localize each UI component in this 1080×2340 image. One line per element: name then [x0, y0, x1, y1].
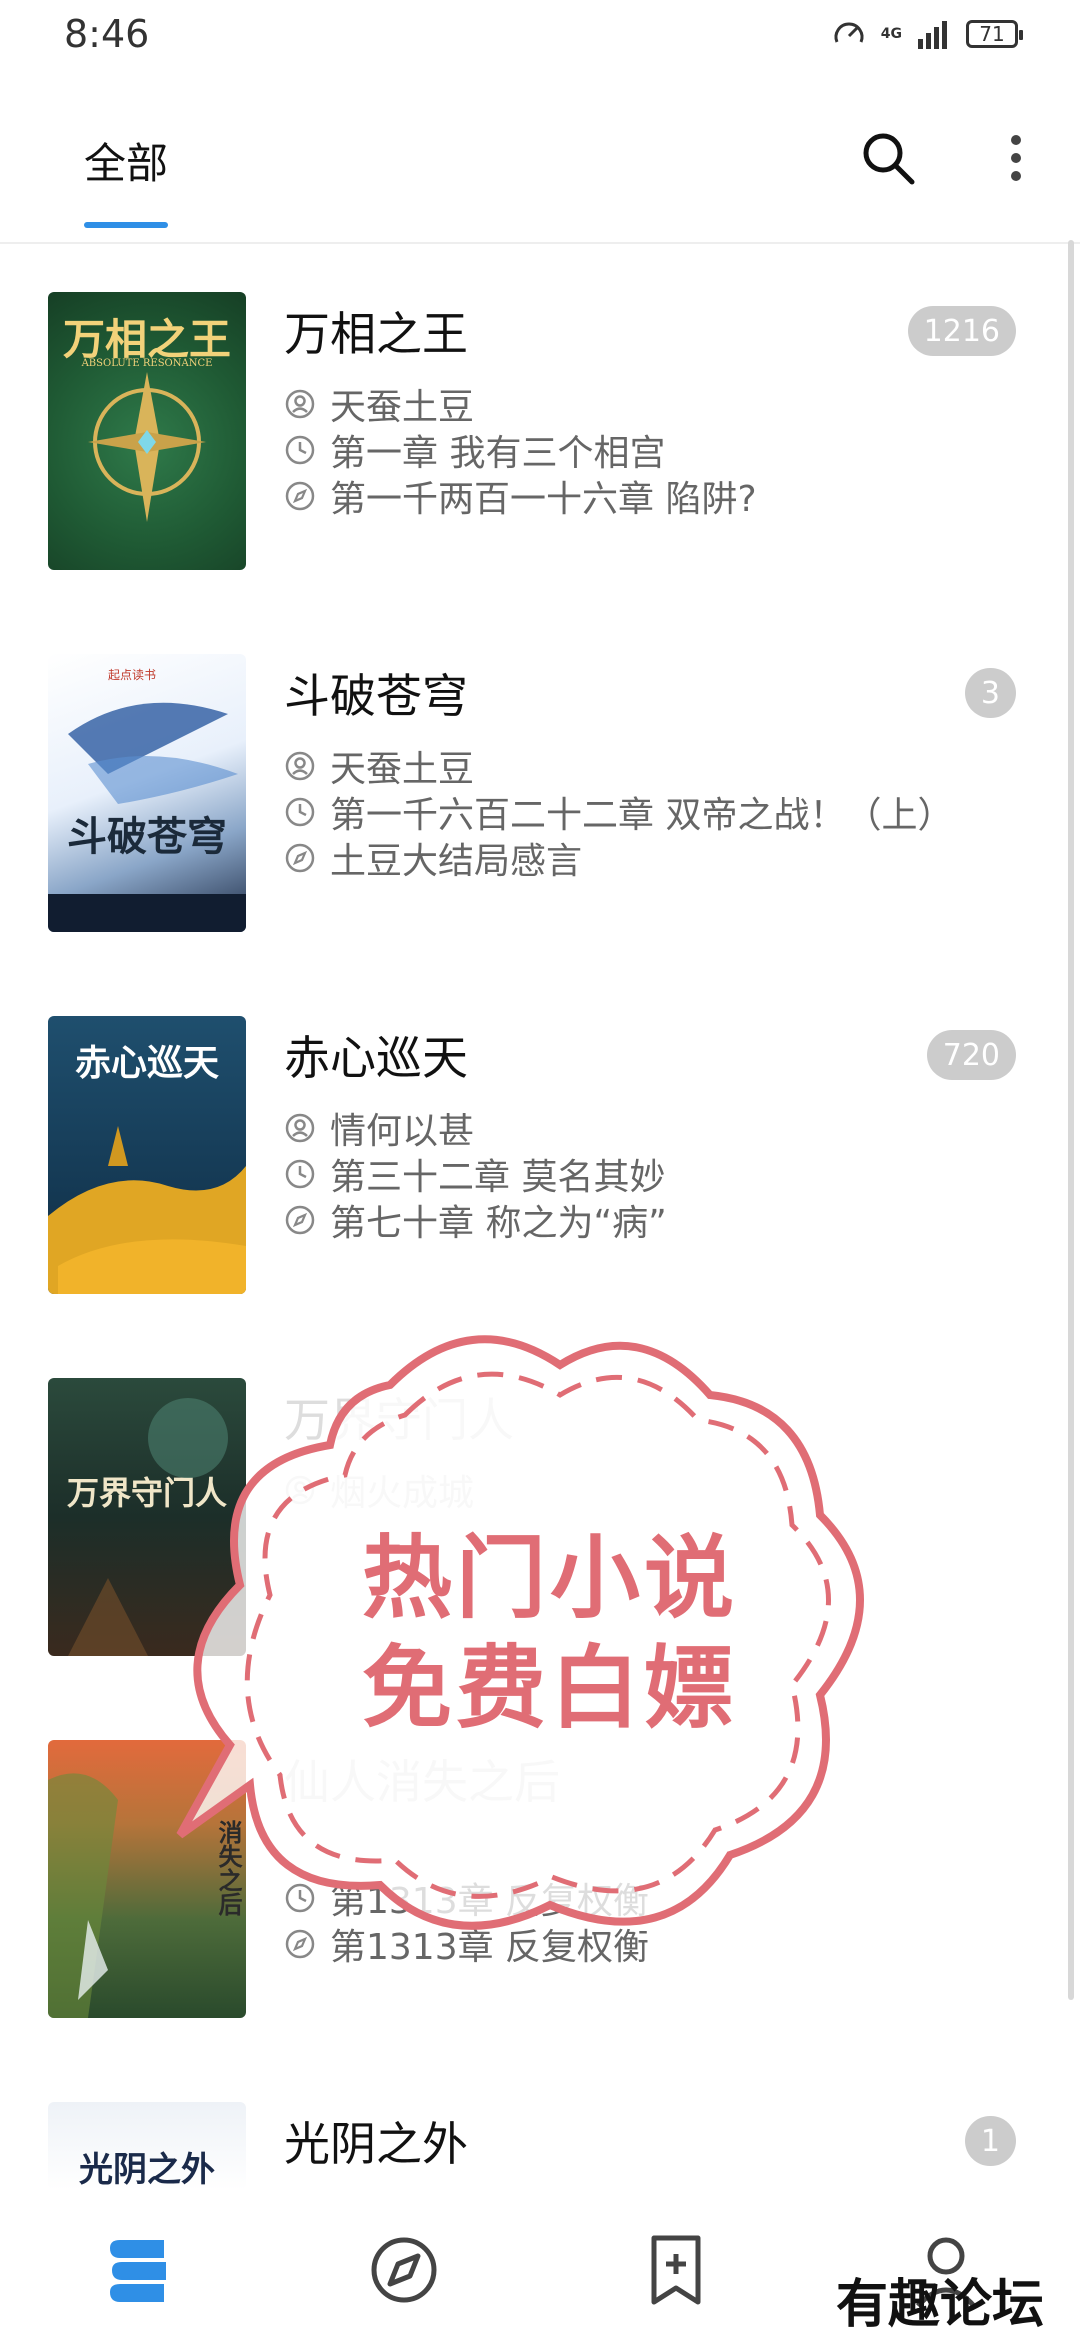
book-author: 天蚕土豆 — [330, 387, 475, 428]
book-latest-row: 第一千两百一十六章 陷阱? — [284, 470, 757, 522]
compass-icon — [285, 843, 315, 873]
scrollbar[interactable] — [1068, 240, 1074, 2000]
cover-art-icon — [48, 1773, 118, 2018]
book-author-row: 情何以甚 — [284, 1102, 474, 1154]
clock-icon — [285, 435, 315, 465]
status-time: 8:46 — [64, 12, 150, 56]
book-last-read: 第一章 我有三个相宫 — [330, 433, 666, 474]
book-author-row: 天蚕土豆 — [284, 378, 474, 430]
tab-all[interactable]: 全部 — [84, 130, 168, 191]
speed-icon — [834, 22, 864, 43]
book-cover[interactable]: 起点读书 斗破苍穹 — [48, 654, 246, 932]
cover-art-icon — [48, 702, 246, 932]
cover-title-text: 斗破苍穹 — [67, 813, 227, 860]
battery-icon: 71 — [966, 20, 1023, 48]
book-latest-chapter: 第一千两百一十六章 陷阱? — [330, 479, 757, 520]
book-last-read-row: 第一千六百二十二章 双帝之战！（上） — [284, 786, 953, 838]
compass-icon — [285, 481, 315, 511]
book-latest-chapter: 第1313章 反复权衡 — [330, 1927, 650, 1968]
book-latest-row: 土豆大结局感言 — [284, 832, 582, 884]
book-title: 赤心巡天 — [284, 1031, 468, 1085]
book-latest-row: 第七十章 称之为“病” — [284, 1194, 667, 1246]
tab-active-indicator — [84, 222, 168, 228]
book-author: 天蚕土豆 — [330, 749, 475, 790]
book-author: 情何以甚 — [330, 1111, 475, 1152]
book-latest-chapter: 第七十章 称之为“病” — [330, 1203, 667, 1244]
cover-art-icon — [68, 1398, 228, 1656]
status-icons: 4G 71 — [831, 16, 1023, 52]
book-last-read-row: 第一章 我有三个相宫 — [284, 424, 665, 476]
book-last-read-row: 第三十二章 莫名其妙 — [284, 1148, 665, 1200]
book-title: 斗破苍穹 — [284, 669, 468, 723]
unread-badge: 1216 — [907, 306, 1016, 356]
battery-level: 71 — [979, 22, 1005, 46]
book-cover[interactable]: 光阴之外 — [48, 2102, 246, 2190]
status-bar: 8:46 4G 71 — [0, 0, 1080, 80]
network-label: 4G — [880, 26, 902, 42]
compass-icon — [285, 1929, 315, 1959]
book-last-read-row: 第1313章 反复权衡 — [284, 1872, 649, 1924]
book-title: 光阴之外 — [284, 2117, 468, 2171]
book-last-read: 第三十二章 莫名其妙 — [330, 1157, 666, 1198]
book-cover[interactable]: 赤心巡天 — [48, 1016, 246, 1294]
cover-art-icon — [48, 1126, 246, 1294]
book-latest-chapter: 土豆大结局感言 — [330, 841, 583, 882]
book-cover[interactable]: 万相之王 ABSOLUTE RESONANCE — [48, 292, 246, 570]
bookmark-add-icon[interactable] — [636, 2230, 716, 2310]
author-icon — [285, 1113, 315, 1143]
book-last-read: 第一千六百二十二章 双帝之战！（上） — [330, 795, 954, 836]
book-item[interactable]: 万相之王 ABSOLUTE RESONANCE 万相之王 天蚕土豆 第一章 我有… — [0, 244, 1080, 574]
book-item[interactable]: 起点读书 斗破苍穹 斗破苍穹 天蚕土豆 第一千六百二十二章 双帝之战！（上） 土… — [0, 606, 1080, 936]
more-options-icon[interactable] — [996, 128, 1036, 188]
compass-icon — [285, 1205, 315, 1235]
top-bar: 全部 — [0, 80, 1080, 244]
clock-icon — [285, 1159, 315, 1189]
unread-badge: 720 — [926, 1030, 1016, 1080]
discover-compass-icon[interactable] — [364, 2230, 444, 2310]
book-author-row: 天蚕土豆 — [284, 740, 474, 792]
book-latest-row: 第1313章 反复权衡 — [284, 1918, 649, 1970]
book-cover[interactable]: 万界守门人 — [48, 1378, 246, 1656]
unread-badge: 1 — [964, 2116, 1016, 2166]
book-item[interactable]: 赤心巡天 赤心巡天 情何以甚 第三十二章 莫名其妙 第七十章 称之为“病” 72… — [0, 968, 1080, 1298]
forum-watermark-logo: 有趣论坛 — [836, 2274, 1045, 2335]
author-icon — [285, 751, 315, 781]
clock-icon — [285, 797, 315, 827]
book-title: 万相之王 — [284, 307, 468, 361]
signal-icon — [918, 21, 947, 49]
author-icon — [285, 1475, 315, 1505]
book-item[interactable]: 光阴之外 光阴之外 1 — [0, 2054, 1080, 2190]
book-title: 仙人消失之后 — [284, 1755, 560, 1809]
book-last-read: 第1313章 反复权衡 — [330, 1881, 650, 1922]
author-icon — [285, 389, 315, 419]
search-icon[interactable] — [858, 128, 918, 188]
watermark-line-2: 免费白嫖 — [362, 1636, 738, 1741]
clock-icon — [285, 1883, 315, 1913]
cover-emblem-icon — [88, 372, 206, 522]
bookshelf-nav-icon[interactable] — [98, 2230, 178, 2310]
book-title: 万界守门人 — [284, 1393, 514, 1447]
unread-badge: 3 — [964, 668, 1016, 718]
cover-title-text: 光阴之外 — [79, 2150, 215, 2190]
book-cover[interactable]: 消失之后 — [48, 1740, 246, 2018]
